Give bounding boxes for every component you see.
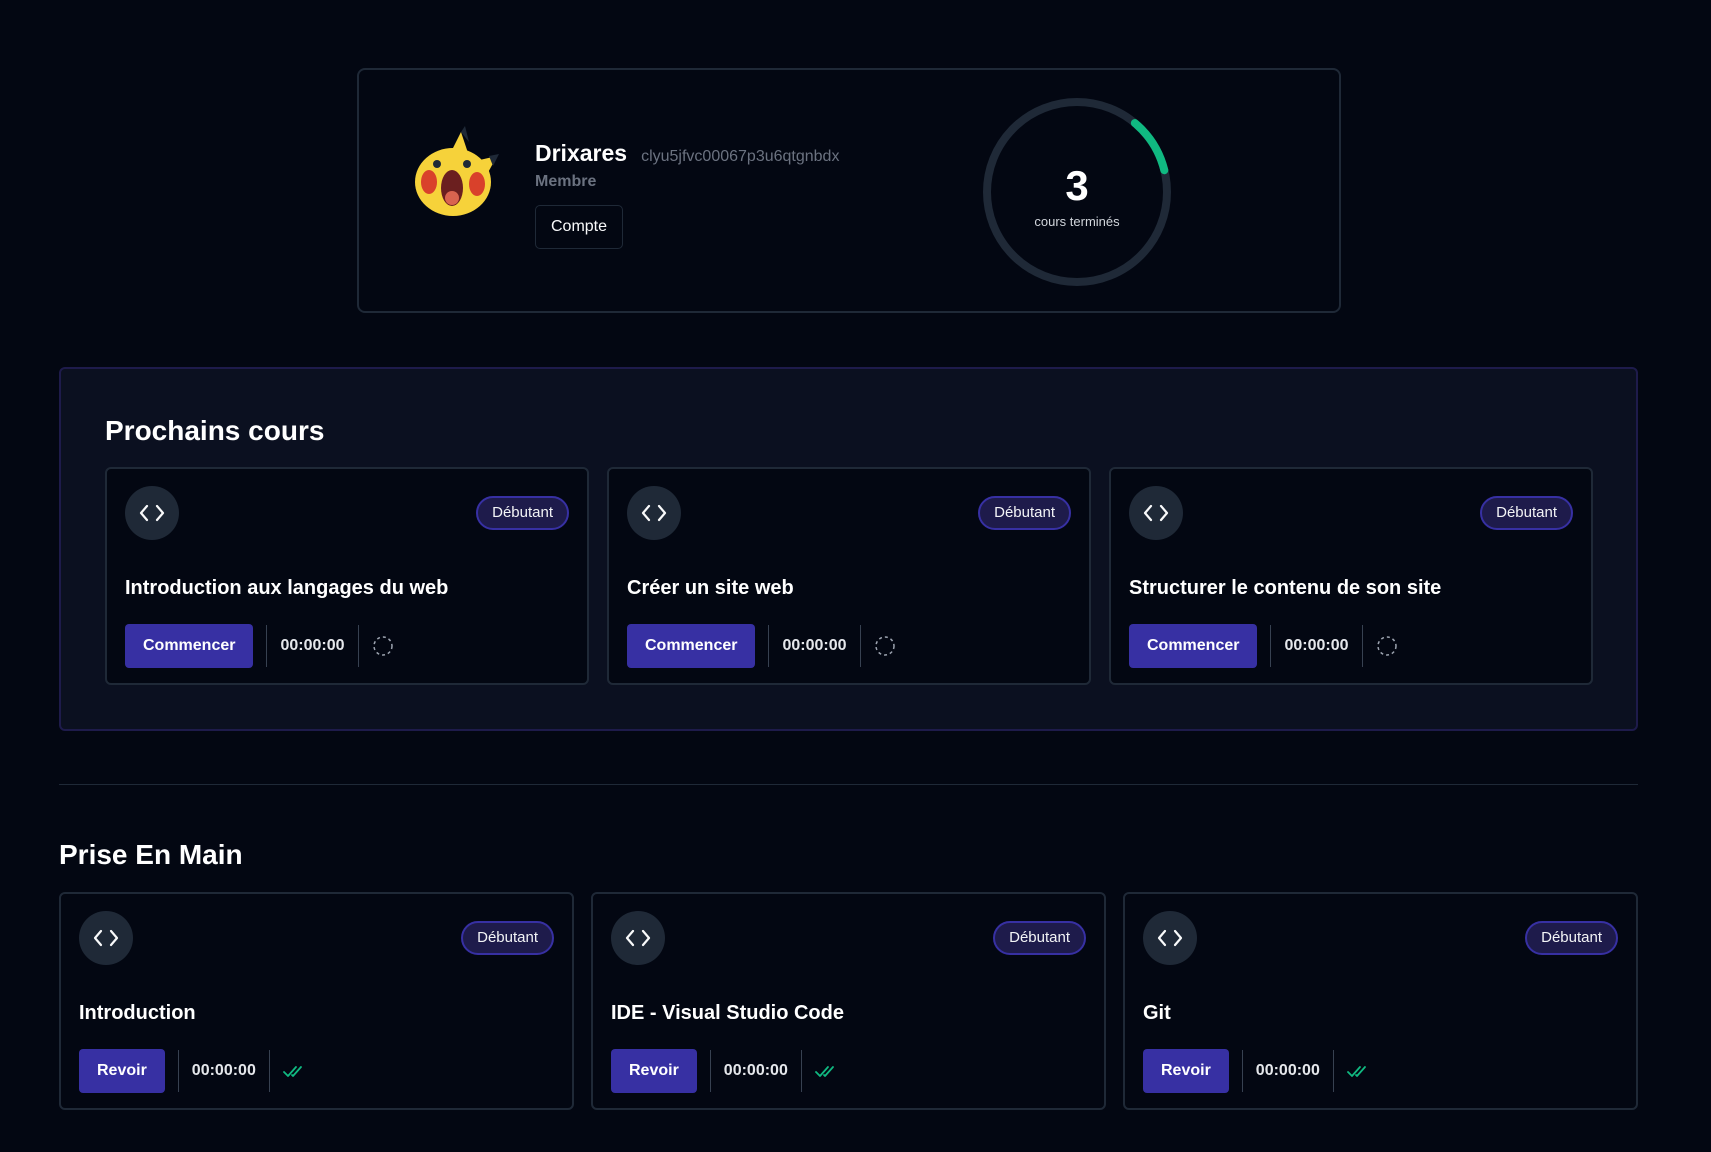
separator bbox=[266, 625, 268, 667]
separator bbox=[1361, 625, 1363, 667]
separator bbox=[1241, 1050, 1243, 1092]
next-courses-title: Prochains cours bbox=[105, 415, 325, 446]
dashed-circle-icon bbox=[372, 636, 393, 656]
review-button[interactable]: Revoir bbox=[1143, 1049, 1229, 1093]
course-title: Introduction aux langages du web bbox=[125, 577, 449, 599]
user-role: Membre bbox=[535, 173, 597, 190]
duration: 00:00:00 bbox=[1284, 637, 1349, 654]
course-actions: Revoir 00:00:00 bbox=[1143, 1049, 1369, 1093]
getting-started-title: Prise En Main bbox=[59, 839, 243, 870]
profile-info: Drixares clyu5jfvc00067p3u6qtgnbdx Membr… bbox=[535, 140, 839, 249]
duration: 00:00:00 bbox=[191, 1062, 256, 1079]
code-icon bbox=[611, 911, 665, 965]
dashed-circle-icon bbox=[874, 636, 895, 656]
course-actions: Commencer 00:00:00 bbox=[125, 624, 394, 668]
next-courses-section: Prochains cours Débutant Introduction au… bbox=[59, 367, 1638, 731]
code-icon bbox=[79, 911, 133, 965]
separator bbox=[1332, 1050, 1334, 1092]
separator bbox=[177, 1050, 179, 1092]
course-title: Créer un site web bbox=[627, 577, 794, 599]
completed-count: 3 bbox=[1065, 162, 1089, 209]
level-badge: Débutant bbox=[1525, 921, 1618, 955]
user-id: clyu5jfvc00067p3u6qtgnbdx bbox=[641, 148, 840, 165]
separator bbox=[1270, 625, 1272, 667]
profile-card: Drixares clyu5jfvc00067p3u6qtgnbdx Membr… bbox=[357, 68, 1341, 313]
start-button[interactable]: Commencer bbox=[1129, 624, 1258, 668]
start-button[interactable]: Commencer bbox=[125, 624, 254, 668]
separator bbox=[357, 625, 359, 667]
review-button[interactable]: Revoir bbox=[79, 1049, 165, 1093]
level-badge: Débutant bbox=[993, 921, 1086, 955]
code-icon bbox=[1143, 911, 1197, 965]
code-icon bbox=[125, 486, 179, 540]
section-divider bbox=[59, 784, 1638, 785]
code-icon bbox=[627, 486, 681, 540]
course-actions: Revoir 00:00:00 bbox=[611, 1049, 837, 1093]
dashed-circle-icon bbox=[1376, 636, 1397, 656]
course-title: Structurer le contenu de son site bbox=[1129, 577, 1442, 599]
double-check-icon bbox=[1346, 1066, 1366, 1077]
double-check-icon bbox=[814, 1066, 834, 1077]
course-card[interactable]: Débutant Créer un site web Commencer 00:… bbox=[607, 467, 1091, 685]
course-title: Introduction bbox=[79, 1002, 196, 1024]
avatar bbox=[415, 126, 499, 216]
account-button[interactable]: Compte bbox=[535, 205, 624, 249]
course-card[interactable]: Débutant Introduction Revoir 00:00:00 bbox=[59, 892, 574, 1110]
duration: 00:00:00 bbox=[723, 1062, 788, 1079]
course-card[interactable]: Débutant Git Revoir 00:00:00 bbox=[1123, 892, 1638, 1110]
start-button[interactable]: Commencer bbox=[627, 624, 756, 668]
course-card[interactable]: Débutant Structurer le contenu de son si… bbox=[1109, 467, 1593, 685]
course-card[interactable]: Débutant IDE - Visual Studio Code Revoir… bbox=[591, 892, 1106, 1110]
completed-label: cours terminés bbox=[1034, 214, 1120, 229]
double-check-icon bbox=[282, 1066, 302, 1077]
level-badge: Débutant bbox=[978, 496, 1071, 530]
separator bbox=[709, 1050, 711, 1092]
separator bbox=[268, 1050, 270, 1092]
username: Drixares bbox=[535, 140, 628, 166]
separator bbox=[859, 625, 861, 667]
name-row: Drixares clyu5jfvc00067p3u6qtgnbdx bbox=[535, 140, 839, 167]
course-actions: Commencer 00:00:00 bbox=[627, 624, 896, 668]
separator bbox=[768, 625, 770, 667]
separator bbox=[800, 1050, 802, 1092]
duration: 00:00:00 bbox=[280, 637, 345, 654]
level-badge: Débutant bbox=[1480, 496, 1573, 530]
course-card[interactable]: Débutant Introduction aux langages du we… bbox=[105, 467, 589, 685]
course-title: Git bbox=[1143, 1002, 1171, 1024]
completion-progress-ring: 3 cours terminés bbox=[979, 94, 1175, 290]
course-actions: Commencer 00:00:00 bbox=[1129, 624, 1398, 668]
review-button[interactable]: Revoir bbox=[611, 1049, 697, 1093]
duration: 00:00:00 bbox=[782, 637, 847, 654]
course-title: IDE - Visual Studio Code bbox=[611, 1002, 844, 1024]
course-actions: Revoir 00:00:00 bbox=[79, 1049, 305, 1093]
level-badge: Débutant bbox=[461, 921, 554, 955]
code-icon bbox=[1129, 486, 1183, 540]
level-badge: Débutant bbox=[476, 496, 569, 530]
duration: 00:00:00 bbox=[1255, 1062, 1320, 1079]
